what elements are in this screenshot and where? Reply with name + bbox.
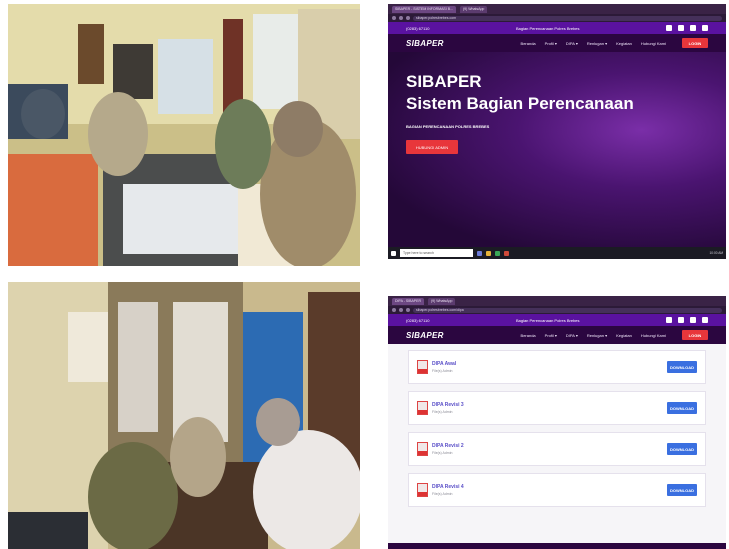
document-card: DIPA Revisi 3 File(s) Admin DOWNLOAD: [408, 391, 706, 425]
taskbar-clock: 10:00 AM: [709, 251, 723, 255]
pdf-file-icon: [417, 401, 428, 415]
nav-item-profil[interactable]: Profil ▾: [545, 333, 557, 338]
pdf-file-icon: [417, 360, 428, 374]
twitter-icon[interactable]: [677, 317, 684, 323]
facebook-icon[interactable]: [665, 317, 672, 323]
start-icon[interactable]: [391, 250, 396, 256]
dipa-document-list: DIPA Awal File(s) Admin DOWNLOAD DIPA Re…: [388, 344, 726, 549]
nav-item-hubungi[interactable]: Hubungi Kami: [641, 333, 666, 338]
top-info-strip: (0283) 67110 Bagian Perencanaan Polres B…: [388, 314, 726, 326]
org-name: Bagian Perencanaan Polres Brebes: [515, 317, 580, 323]
office-photo-bottom-left: [8, 282, 360, 549]
hero-caption: BAGIAN PERENCANAAN POLRES BREBES: [406, 124, 490, 129]
org-name: Bagian Perencanaan Polres Brebes: [515, 25, 580, 31]
pdf-file-icon: [417, 442, 428, 456]
nav-item-beranda[interactable]: Beranda: [521, 41, 536, 46]
download-button[interactable]: DOWNLOAD: [667, 402, 697, 414]
windows-taskbar: Type here to search 10:00 AM: [388, 247, 726, 259]
document-title[interactable]: DIPA Awal: [432, 361, 456, 367]
document-title[interactable]: DIPA Revisi 3: [432, 402, 464, 408]
main-navbar: SIBAPER Beranda Profil ▾ DIPA ▾ Renlugan…: [388, 34, 726, 52]
top-info-strip: (0283) 67110 Bagian Perencanaan Polres B…: [388, 22, 726, 34]
browser-tab[interactable]: DIPA - SIBAPER: [392, 297, 424, 305]
download-button[interactable]: DOWNLOAD: [667, 361, 697, 373]
document-meta: File(s) Admin: [432, 492, 453, 496]
social-links: [665, 317, 708, 323]
reload-icon[interactable]: [406, 16, 410, 20]
hero-subtitle-title: Sistem Bagian Perencanaan: [406, 94, 634, 113]
nav-item-renlugan[interactable]: Renlugan ▾: [587, 41, 607, 46]
pdf-file-icon: [417, 483, 428, 497]
page-footer-bar: [388, 543, 726, 549]
app-icon[interactable]: [495, 250, 500, 256]
document-card: DIPA Revisi 4 File(s) Admin DOWNLOAD: [408, 473, 706, 507]
app-icon[interactable]: [504, 250, 509, 256]
browser-tab[interactable]: SIBAPER - SISTEM INFORMASI B...: [392, 5, 456, 13]
hero-section: SIBAPER Sistem Bagian Perencanaan BAGIAN…: [388, 52, 726, 247]
nav-item-beranda[interactable]: Beranda: [521, 333, 536, 338]
site-logo[interactable]: SIBAPER: [406, 331, 444, 340]
app-icon[interactable]: [477, 250, 482, 256]
site-logo[interactable]: SIBAPER: [406, 39, 444, 48]
office-photo-top-left: [8, 4, 360, 266]
instagram-icon[interactable]: [689, 317, 696, 323]
taskbar-search[interactable]: Type here to search: [400, 249, 473, 257]
browser-tab[interactable]: (9) WhatsApp: [428, 297, 456, 305]
forward-icon[interactable]: [399, 308, 403, 312]
login-button[interactable]: LOGIN: [682, 330, 708, 340]
nav-item-hubungi[interactable]: Hubungi Kami: [641, 41, 666, 46]
url-field[interactable]: sibaper.polresbrebes.com/dipa: [413, 307, 722, 313]
login-button[interactable]: LOGIN: [682, 38, 708, 48]
back-icon[interactable]: [392, 308, 396, 312]
address-bar-row: sibaper.polresbrebes.com/dipa: [388, 306, 726, 314]
reload-icon[interactable]: [406, 308, 410, 312]
document-meta: File(s) Admin: [432, 451, 453, 455]
browser-tab-bar: SIBAPER - SISTEM INFORMASI B... (9) What…: [388, 4, 726, 14]
document-card: DIPA Revisi 2 File(s) Admin DOWNLOAD: [408, 432, 706, 466]
app-icon[interactable]: [486, 250, 491, 256]
facebook-icon[interactable]: [665, 25, 672, 31]
browser-tab[interactable]: (9) WhatsApp: [459, 5, 488, 13]
nav-item-kegiatan[interactable]: Kegiatan: [616, 333, 632, 338]
download-button[interactable]: DOWNLOAD: [667, 443, 697, 455]
nav-item-renlugan[interactable]: Renlugan ▾: [587, 333, 607, 338]
nav-item-kegiatan[interactable]: Kegiatan: [616, 41, 632, 46]
browser-tab-bar: DIPA - SIBAPER (9) WhatsApp: [388, 296, 726, 306]
document-meta: File(s) Admin: [432, 369, 453, 373]
hero-title: SIBAPER: [406, 72, 482, 91]
address-bar-row: sibaper.polresbrebes.com: [388, 14, 726, 22]
linkedin-icon[interactable]: [701, 317, 708, 323]
url-field[interactable]: sibaper.polresbrebes.com: [413, 15, 722, 21]
download-button[interactable]: DOWNLOAD: [667, 484, 697, 496]
document-title[interactable]: DIPA Revisi 2: [432, 443, 464, 449]
document-card: DIPA Awal File(s) Admin DOWNLOAD: [408, 350, 706, 384]
main-navbar: SIBAPER Beranda Profil ▾ DIPA ▾ Renlugan…: [388, 326, 726, 344]
nav-menu: Beranda Profil ▾ DIPA ▾ Renlugan ▾ Kegia…: [521, 41, 666, 46]
linkedin-icon[interactable]: [701, 25, 708, 31]
back-icon[interactable]: [392, 16, 396, 20]
nav-item-dipa[interactable]: DIPA ▾: [566, 41, 578, 46]
forward-icon[interactable]: [399, 16, 403, 20]
website-screenshot-landing: SIBAPER - SISTEM INFORMASI B... (9) What…: [388, 4, 726, 259]
twitter-icon[interactable]: [677, 25, 684, 31]
phone-number: (0283) 67110: [406, 317, 430, 323]
nav-menu: Beranda Profil ▾ DIPA ▾ Renlugan ▾ Kegia…: [521, 333, 666, 338]
social-links: [665, 25, 708, 31]
instagram-icon[interactable]: [689, 25, 696, 31]
contact-admin-button[interactable]: HUBUNGI ADMIN: [406, 140, 458, 154]
nav-item-profil[interactable]: Profil ▾: [545, 41, 557, 46]
website-screenshot-dipa: DIPA - SIBAPER (9) WhatsApp sibaper.polr…: [388, 296, 726, 549]
phone-number: (0283) 67110: [406, 25, 430, 31]
document-title[interactable]: DIPA Revisi 4: [432, 484, 464, 490]
document-meta: File(s) Admin: [432, 410, 453, 414]
nav-item-dipa[interactable]: DIPA ▾: [566, 333, 578, 338]
